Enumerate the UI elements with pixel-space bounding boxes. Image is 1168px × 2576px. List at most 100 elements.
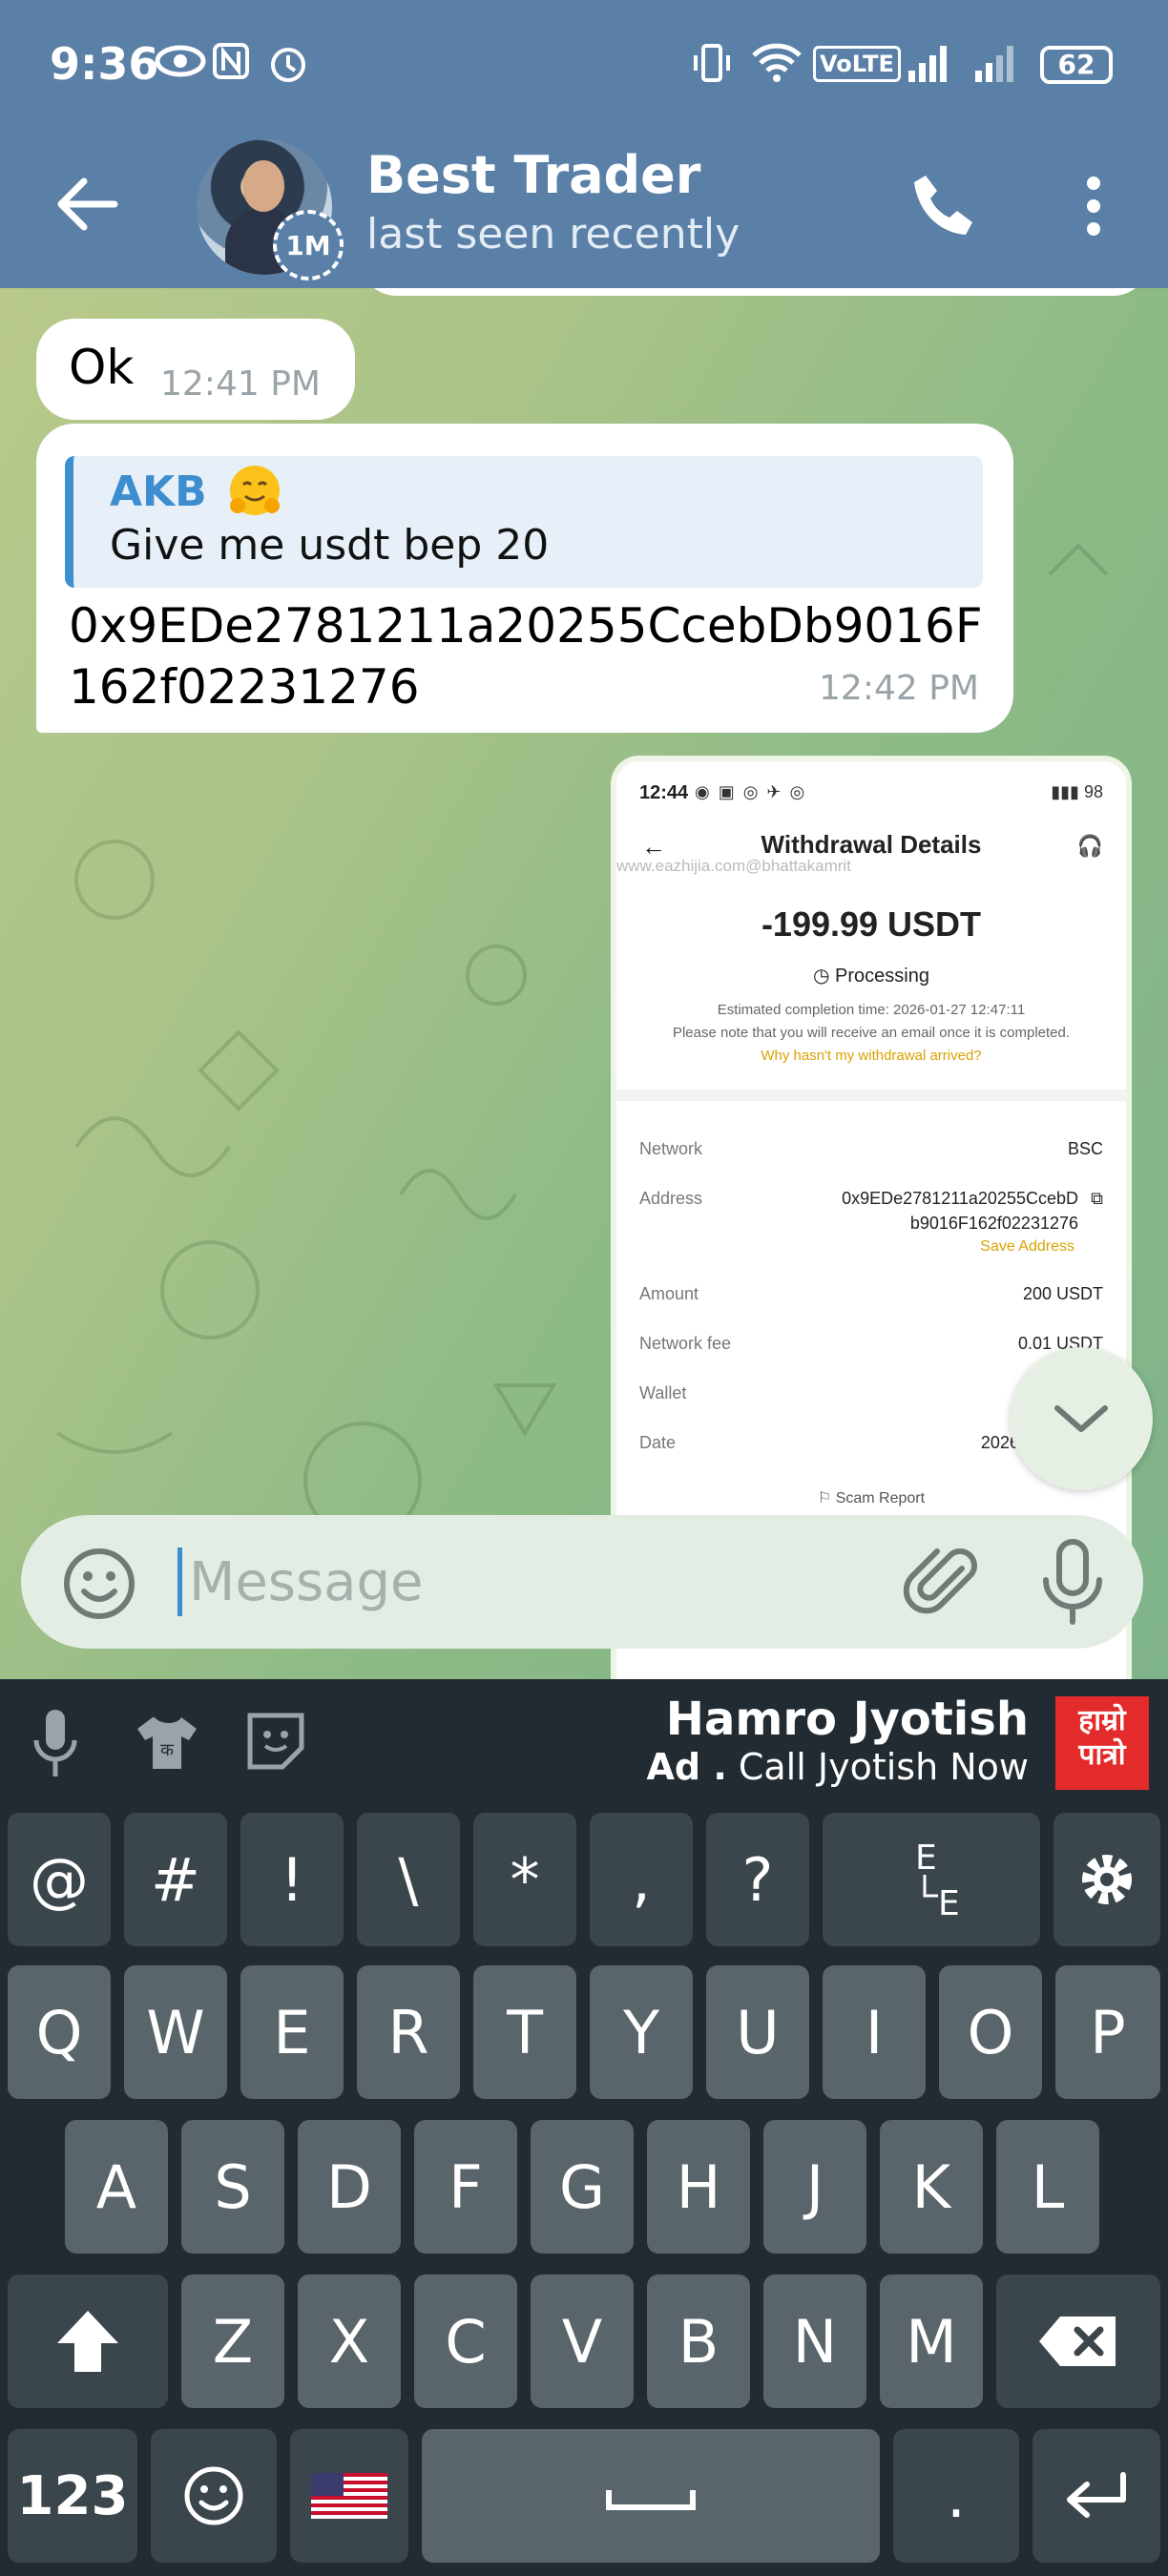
key-symbol[interactable]: * bbox=[473, 1813, 576, 1946]
photo-row-label: Date bbox=[639, 1433, 677, 1452]
key-symbol[interactable]: \ bbox=[357, 1813, 460, 1946]
key-symbol[interactable]: ? bbox=[706, 1813, 809, 1946]
key-c[interactable]: C bbox=[414, 2275, 517, 2408]
key-x[interactable]: X bbox=[298, 2275, 401, 2408]
key-symbol[interactable]: ! bbox=[240, 1813, 344, 1946]
volte-icon: VoLTE bbox=[813, 46, 901, 82]
key-k[interactable]: K bbox=[880, 2120, 983, 2254]
sticker-icon[interactable] bbox=[242, 1708, 309, 1775]
ad-subtitle[interactable]: Ad . Call Jyotish Now bbox=[646, 1746, 1029, 1788]
photo-battery-level: 98 bbox=[1083, 782, 1103, 801]
key-h[interactable]: H bbox=[647, 2120, 750, 2254]
hugging-face-emoji-icon bbox=[230, 466, 280, 515]
language-switch-key[interactable]: E E bbox=[823, 1813, 1040, 1946]
key-a[interactable]: A bbox=[65, 2120, 168, 2254]
chat-title[interactable]: Best Trader bbox=[366, 145, 700, 205]
enter-key[interactable] bbox=[1032, 2429, 1160, 2563]
key-e[interactable]: E bbox=[240, 1965, 344, 2099]
space-key[interactable] bbox=[422, 2429, 880, 2563]
chat-header: 1M Best Trader last seen recently bbox=[0, 134, 1168, 288]
settings-key[interactable] bbox=[1053, 1813, 1160, 1946]
chat-status: last seen recently bbox=[366, 210, 740, 259]
alarm-icon bbox=[271, 48, 305, 82]
photo-copy-icon: ⧉ bbox=[1091, 1189, 1103, 1208]
ad-title[interactable]: Hamro Jyotish bbox=[666, 1693, 1029, 1746]
ad-text: Call Jyotish Now bbox=[738, 1746, 1029, 1788]
photo-battery: ▮▮▮ 98 bbox=[1051, 782, 1103, 801]
message-bubble[interactable]: Ok 12:41 PM bbox=[36, 319, 355, 420]
key-w[interactable]: W bbox=[124, 1965, 227, 2099]
theme-shirt-icon[interactable]: क bbox=[134, 1710, 200, 1776]
shift-key[interactable] bbox=[8, 2275, 168, 2408]
signal-r-icon bbox=[975, 46, 1013, 82]
message-input[interactable] bbox=[181, 1542, 716, 1622]
key-l[interactable]: L bbox=[996, 2120, 1099, 2254]
scroll-down-button[interactable] bbox=[1010, 1347, 1153, 1490]
photo-help-link: Why hasn't my withdrawal arrived? bbox=[761, 1048, 982, 1064]
eye-icon bbox=[155, 45, 206, 77]
key-v[interactable]: V bbox=[531, 2275, 634, 2408]
photo-row-label: Network fee bbox=[639, 1334, 732, 1353]
ad-logo-line2: पात्रो bbox=[1078, 1738, 1126, 1772]
photo-headset-icon: 🎧 bbox=[1076, 834, 1103, 858]
period-key[interactable]: . bbox=[893, 2429, 1019, 2563]
reply-quote-text: Give me usdt bep 20 bbox=[110, 521, 550, 570]
photo-row-label: Address bbox=[639, 1189, 703, 1208]
battery-level: 62 bbox=[1057, 49, 1095, 80]
key-r[interactable]: R bbox=[357, 1965, 460, 2099]
more-options-icon[interactable] bbox=[1063, 166, 1124, 246]
photo-clock-icon: ◷ bbox=[813, 966, 836, 987]
ad-logo[interactable]: हाम्रो पात्रो bbox=[1055, 1696, 1149, 1790]
photo-save-address: Save Address bbox=[980, 1238, 1074, 1255]
numbers-key[interactable]: 123 bbox=[8, 2429, 137, 2563]
back-arrow-icon[interactable] bbox=[46, 162, 130, 246]
photo-address-line2: b9016F162f02231276 bbox=[909, 1214, 1078, 1233]
enter-icon bbox=[1067, 2472, 1126, 2518]
key-z[interactable]: Z bbox=[181, 2275, 284, 2408]
key-p[interactable]: P bbox=[1055, 1965, 1160, 2099]
key-u[interactable]: U bbox=[706, 1965, 809, 2099]
message-composer bbox=[21, 1515, 1143, 1649]
photo-address-line1: 0x9EDe2781211a20255CcebD bbox=[842, 1189, 1078, 1208]
previous-message-bubble[interactable] bbox=[359, 288, 1151, 296]
key-y[interactable]: Y bbox=[590, 1965, 693, 2099]
key-t[interactable]: T bbox=[473, 1965, 576, 2099]
backspace-key[interactable] bbox=[996, 2275, 1160, 2408]
key-i[interactable]: I bbox=[823, 1965, 926, 2099]
reply-message-bubble[interactable]: AKB Give me usdt bep 20 0x9EDe2781211a20… bbox=[36, 424, 1013, 733]
key-n[interactable]: N bbox=[763, 2275, 866, 2408]
wifi-icon bbox=[752, 43, 802, 82]
voice-input-icon[interactable] bbox=[27, 1706, 84, 1782]
key-q[interactable]: Q bbox=[8, 1965, 111, 2099]
photo-estimate: Estimated completion time: 2026-01-27 12… bbox=[717, 1002, 1026, 1018]
key-g[interactable]: G bbox=[531, 2120, 634, 2254]
paperclip-icon[interactable] bbox=[903, 1540, 989, 1626]
key-o[interactable]: O bbox=[939, 1965, 1042, 2099]
reply-quote[interactable]: AKB Give me usdt bep 20 bbox=[65, 456, 983, 588]
battery-icon: 62 bbox=[1040, 46, 1113, 84]
key-d[interactable]: D bbox=[298, 2120, 401, 2254]
emoji-key[interactable] bbox=[151, 2429, 277, 2563]
photo-title: Withdrawal Details bbox=[761, 830, 982, 859]
key-f[interactable]: F bbox=[414, 2120, 517, 2254]
nfc-icon bbox=[213, 43, 249, 79]
chat-area[interactable]: Ok 12:41 PM AKB Give me usdt bep 20 0x9E… bbox=[0, 288, 1168, 1679]
microphone-icon[interactable] bbox=[1032, 1536, 1113, 1628]
photo-row-label: Amount bbox=[639, 1284, 699, 1303]
key-b[interactable]: B bbox=[647, 2275, 750, 2408]
photo-divider bbox=[616, 1090, 1126, 1101]
phone-icon[interactable] bbox=[905, 166, 985, 246]
key-m[interactable]: M bbox=[880, 2275, 983, 2408]
shift-arrow-icon bbox=[57, 2311, 118, 2372]
key-symbol[interactable]: @ bbox=[8, 1813, 111, 1946]
photo-row-label: Wallet bbox=[639, 1383, 687, 1402]
key-symbol[interactable]: # bbox=[124, 1813, 227, 1946]
photo-row-label: Network bbox=[639, 1139, 703, 1158]
key-s[interactable]: S bbox=[181, 2120, 284, 2254]
smiley-icon bbox=[184, 2466, 243, 2525]
message-text: Ok bbox=[69, 340, 135, 395]
key-j[interactable]: J bbox=[763, 2120, 866, 2254]
language-key[interactable] bbox=[290, 2429, 408, 2563]
key-symbol[interactable]: , bbox=[590, 1813, 693, 1946]
emoji-icon[interactable] bbox=[59, 1544, 139, 1624]
